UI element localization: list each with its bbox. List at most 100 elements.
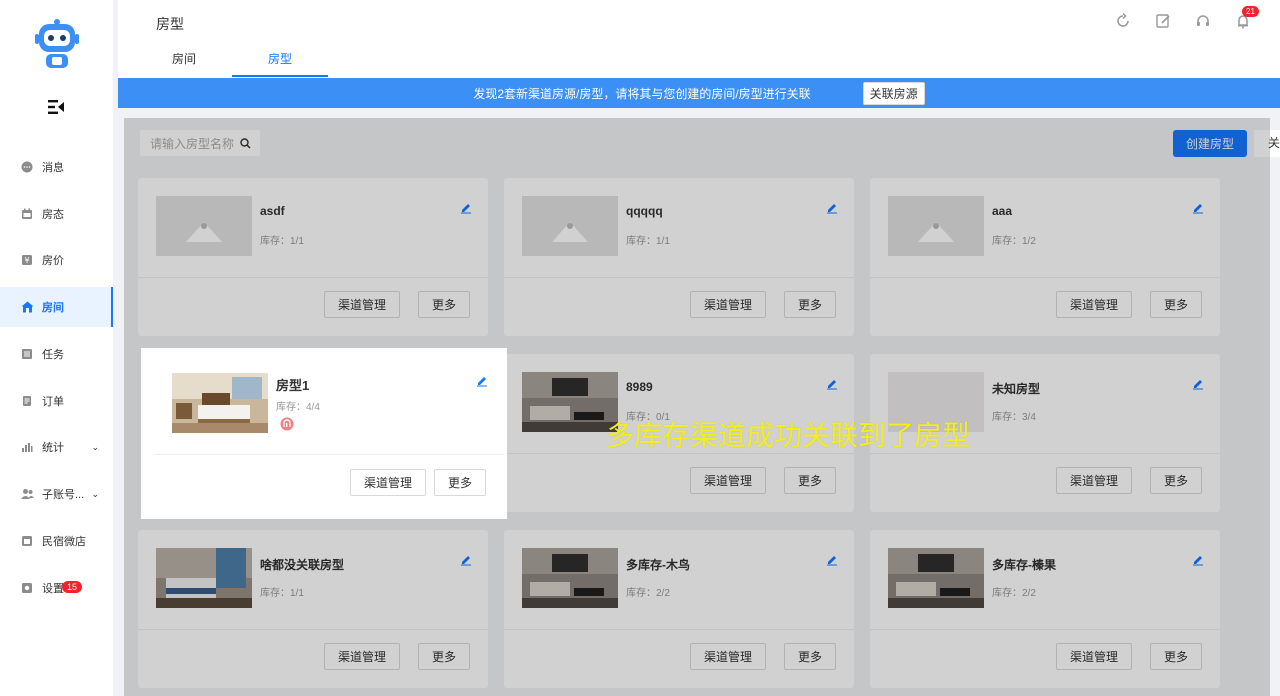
edit-icon[interactable] <box>1192 554 1204 566</box>
edit-icon[interactable] <box>826 378 838 390</box>
robot-logo-icon <box>35 19 79 68</box>
page-title: 房型 <box>156 16 184 32</box>
close-button[interactable]: 关 <box>1254 130 1280 157</box>
more-button[interactable]: 更多 <box>434 469 486 496</box>
search-icon <box>240 137 251 149</box>
sidebar-item-room-price[interactable]: ¥ 房价 <box>0 240 113 280</box>
room-type-name: aaa <box>992 204 1013 218</box>
room-type-card: qqqqq 库存：1/1 渠道管理 更多 <box>504 178 854 336</box>
more-button[interactable]: 更多 <box>1150 467 1202 494</box>
channel-management-button[interactable]: 渠道管理 <box>690 643 766 670</box>
tab-rooms[interactable]: 房间 <box>136 50 232 77</box>
header-icons: 21 <box>1114 6 1259 30</box>
sidebar-item-label: 房间 <box>42 302 64 314</box>
sidebar-item-shop[interactable]: 民宿微店 <box>0 521 113 561</box>
house-icon <box>20 300 34 314</box>
sidebar-item-settings[interactable]: 设置 15 <box>0 568 113 608</box>
chevron-down-icon: ⌄ <box>91 488 99 499</box>
room-type-name: 8989 <box>626 380 653 394</box>
channel-management-button[interactable]: 渠道管理 <box>1056 467 1132 494</box>
order-icon <box>20 394 34 408</box>
more-button[interactable]: 更多 <box>418 291 470 318</box>
sidebar-item-rooms[interactable]: 房间 <box>0 287 113 327</box>
room-type-name: 房型1 <box>276 378 310 393</box>
room-type-name: 多库存-榛果 <box>992 558 1056 572</box>
stock-count: 库存：2/2 <box>992 588 1036 599</box>
room-photo <box>156 548 252 608</box>
stock-count: 库存：2/2 <box>626 588 670 599</box>
more-button[interactable]: 更多 <box>784 291 836 318</box>
header: 房型 21 房间 房型 <box>118 0 1280 78</box>
sidebar-item-label: 房态 <box>42 209 64 221</box>
sidebar-item-label: 设置 <box>42 583 64 595</box>
sidebar-item-label: 统计 <box>42 442 64 454</box>
room-type-card: 多库存-榛果 库存：2/2 渠道管理 更多 <box>870 530 1220 688</box>
notification-bell[interactable]: 21 <box>1234 6 1259 30</box>
room-type-name: 未知房型 <box>992 382 1041 396</box>
price-icon: ¥ <box>20 253 34 267</box>
channel-management-button[interactable]: 渠道管理 <box>690 467 766 494</box>
shop-icon <box>20 534 34 548</box>
stock-count: 库存：1/2 <box>992 236 1036 247</box>
room-photo <box>156 196 252 256</box>
edit-icon[interactable] <box>826 202 838 214</box>
link-listings-button[interactable]: 关联房源 <box>862 81 925 105</box>
chart-icon <box>20 440 34 454</box>
sidebar-item-label: 订单 <box>42 396 64 408</box>
edit-icon[interactable] <box>460 554 472 566</box>
room-photo <box>522 548 618 608</box>
sidebar-item-room-status[interactable]: 房态 <box>0 194 113 234</box>
sidebar-item-statistics[interactable]: 统计 ⌄ <box>0 427 113 467</box>
tab-bar: 房间 房型 <box>136 50 328 77</box>
sidebar-item-tasks[interactable]: 任务 <box>0 334 113 374</box>
room-type-card: 多库存-木鸟 库存：2/2 渠道管理 更多 <box>504 530 854 688</box>
room-type-name: qqqqq <box>626 204 663 218</box>
svg-text:¥: ¥ <box>24 256 29 265</box>
edit-icon[interactable] <box>1192 202 1204 214</box>
edit-icon[interactable] <box>826 554 838 566</box>
collapse-menu-icon[interactable] <box>46 98 66 116</box>
room-type-name: 多库存-木鸟 <box>626 558 690 572</box>
room-type-card: 啥都没关联房型 库存：1/1 渠道管理 更多 <box>138 530 488 688</box>
room-photo <box>888 196 984 256</box>
channel-management-button[interactable]: 渠道管理 <box>1056 291 1132 318</box>
task-icon <box>20 347 34 361</box>
channel-logo-icon <box>280 417 294 431</box>
channel-management-button[interactable]: 渠道管理 <box>690 291 766 318</box>
create-room-type-button[interactable]: 创建房型 <box>1173 130 1247 157</box>
sidebar-item-orders[interactable]: 订单 <box>0 381 113 421</box>
refresh-icon[interactable] <box>1114 12 1132 30</box>
room-photo <box>522 196 618 256</box>
settings-badge: 15 <box>62 581 83 593</box>
channel-management-button[interactable]: 渠道管理 <box>324 291 400 318</box>
notification-badge: 21 <box>1242 6 1259 17</box>
stock-count: 库存：3/4 <box>992 412 1036 423</box>
tab-room-types[interactable]: 房型 <box>232 50 328 77</box>
banner-text: 发现2套新渠道房源/房型，请将其与您创建的房间/房型进行关联 <box>473 86 811 101</box>
search-placeholder: 请输入房型名称 <box>150 136 235 151</box>
room-photo <box>888 548 984 608</box>
more-button[interactable]: 更多 <box>784 467 836 494</box>
more-button[interactable]: 更多 <box>784 643 836 670</box>
calendar-icon <box>20 207 34 221</box>
sidebar-item-messages[interactable]: 消息 <box>0 147 113 187</box>
edit-note-icon[interactable] <box>1154 12 1172 30</box>
sidebar-item-sub-accounts[interactable]: 子账号... ⌄ <box>0 474 113 514</box>
message-icon <box>20 160 34 174</box>
more-button[interactable]: 更多 <box>1150 291 1202 318</box>
channel-management-button[interactable]: 渠道管理 <box>350 469 426 496</box>
edit-icon[interactable] <box>476 375 488 387</box>
room-type-card-highlighted: 房型1 库存：4/4 渠道管理 更多 <box>154 355 504 515</box>
headset-icon[interactable] <box>1194 12 1212 30</box>
channel-management-button[interactable]: 渠道管理 <box>1056 643 1132 670</box>
channel-management-button[interactable]: 渠道管理 <box>324 643 400 670</box>
stock-count: 库存：1/1 <box>626 236 670 247</box>
edit-icon[interactable] <box>460 202 472 214</box>
more-button[interactable]: 更多 <box>1150 643 1202 670</box>
stock-count: 库存：1/1 <box>260 236 304 247</box>
edit-icon[interactable] <box>1192 378 1204 390</box>
room-type-name: asdf <box>260 204 285 218</box>
more-button[interactable]: 更多 <box>418 643 470 670</box>
search-input[interactable]: 请输入房型名称 <box>140 130 260 156</box>
room-type-name: 啥都没关联房型 <box>260 558 345 572</box>
